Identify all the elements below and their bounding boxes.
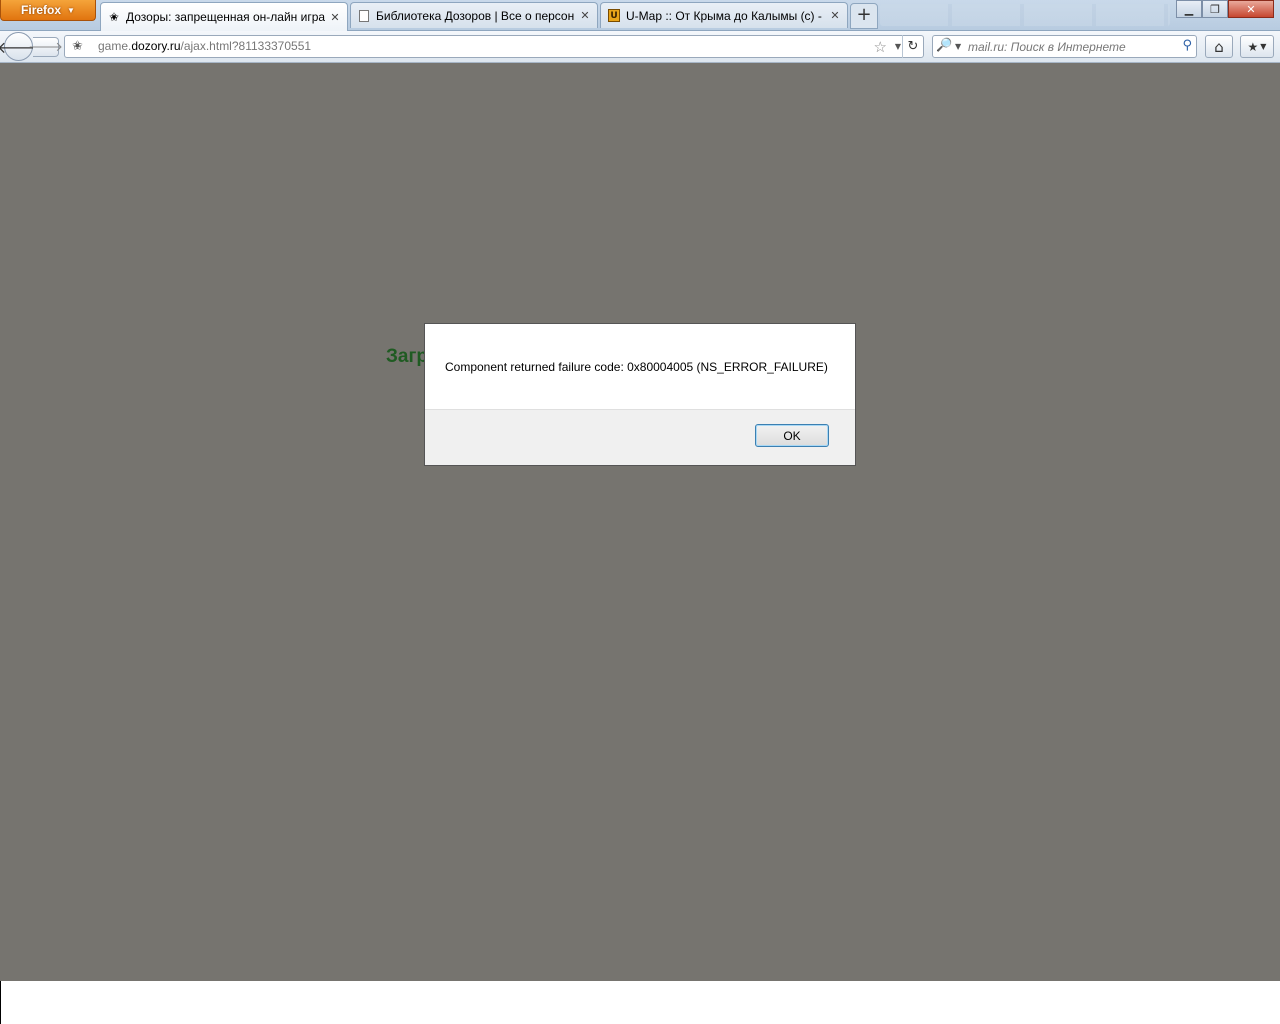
divider bbox=[0, 981, 1, 1024]
forward-button[interactable]: 🡒 bbox=[28, 37, 63, 57]
page-favicon-icon bbox=[357, 9, 371, 23]
tab-label: Библиотека Дозоров | Все о персон... bbox=[376, 8, 575, 23]
firefox-menu-button[interactable]: Firefox ▼ bbox=[0, 0, 96, 21]
bookmark-star-icon[interactable]: ☆ bbox=[874, 38, 887, 56]
umap-favicon-icon: U bbox=[607, 9, 621, 23]
bottom-blank-area bbox=[0, 981, 1280, 1024]
alert-dialog: Component returned failure code: 0x80004… bbox=[424, 323, 856, 466]
tab-umap[interactable]: U U-Map :: От Крыма до Калымы (с) - ... … bbox=[600, 2, 848, 28]
close-tab-icon[interactable]: ✕ bbox=[829, 9, 841, 22]
site-identity-icon[interactable]: ✬ bbox=[70, 39, 85, 54]
minimize-icon: ▁ bbox=[1184, 2, 1194, 16]
home-icon: ⌂ bbox=[1214, 37, 1224, 56]
alert-message: Component returned failure code: 0x80004… bbox=[445, 360, 828, 374]
search-go-icon[interactable]: ⚲ bbox=[1182, 38, 1192, 53]
history-dropdown-icon[interactable]: ▼ bbox=[895, 42, 901, 51]
reload-button[interactable]: ↻ bbox=[902, 35, 923, 58]
search-bar[interactable]: 🔎 ▼ ⚲ bbox=[932, 35, 1197, 58]
loading-text: Загрузка bbox=[386, 346, 426, 367]
ok-button[interactable]: OK bbox=[755, 424, 829, 447]
chevron-down-icon: ▼ bbox=[1260, 42, 1267, 51]
restore-icon: ❐ bbox=[1210, 2, 1220, 16]
home-button[interactable]: ⌂ bbox=[1205, 35, 1233, 58]
tab-label: Дозоры: запрещенная он-лайн игра bbox=[126, 10, 325, 24]
search-input[interactable] bbox=[968, 38, 1168, 55]
close-window-button[interactable]: ✕ bbox=[1228, 0, 1274, 18]
close-icon: ✕ bbox=[1246, 2, 1256, 16]
restore-button[interactable]: ❐ bbox=[1202, 0, 1228, 18]
tab-dozory-library[interactable]: Библиотека Дозоров | Все о персон... ✕ bbox=[350, 2, 598, 28]
url-text: game.dozory.ru/ajax.html?81133370551 bbox=[98, 39, 312, 53]
close-tab-icon[interactable]: ✕ bbox=[579, 9, 591, 22]
new-tab-button[interactable]: + bbox=[850, 3, 878, 29]
tab-strip: Firefox ▼ ✬ Дозоры: запрещенная он-лайн … bbox=[0, 0, 1280, 31]
chevron-down-icon: ▼ bbox=[67, 5, 75, 15]
bookmarks-icon: ★ bbox=[1247, 39, 1259, 54]
tab-label: U-Map :: От Крыма до Калымы (с) - ... bbox=[626, 8, 825, 23]
engine-dropdown-icon[interactable]: ▼ bbox=[955, 42, 961, 51]
search-engine-icon[interactable]: 🔎 bbox=[936, 38, 952, 53]
close-tab-icon[interactable]: ✕ bbox=[329, 11, 341, 24]
tab-dozory-game[interactable]: ✬ Дозоры: запрещенная он-лайн игра ✕ bbox=[100, 2, 348, 31]
address-bar[interactable]: ✬ game.dozory.ru/ajax.html?81133370551 ☆… bbox=[64, 35, 924, 58]
reload-icon: ↻ bbox=[907, 39, 919, 54]
alert-footer: OK bbox=[425, 409, 855, 465]
arrow-right-icon: 🡒 bbox=[28, 40, 63, 55]
minimize-button[interactable]: ▁ bbox=[1176, 0, 1202, 18]
page-content: Загрузка Component returned failure code… bbox=[0, 63, 1280, 981]
navigation-toolbar: 🡐 🡒 ✬ game.dozory.ru/ajax.html?811333705… bbox=[0, 30, 1280, 63]
star-favicon-icon: ✬ bbox=[108, 10, 120, 24]
firefox-menu-label: Firefox bbox=[21, 3, 62, 17]
background-window-reflection bbox=[880, 4, 1170, 26]
bookmarks-menu-button[interactable]: ★ ▼ bbox=[1240, 35, 1274, 58]
